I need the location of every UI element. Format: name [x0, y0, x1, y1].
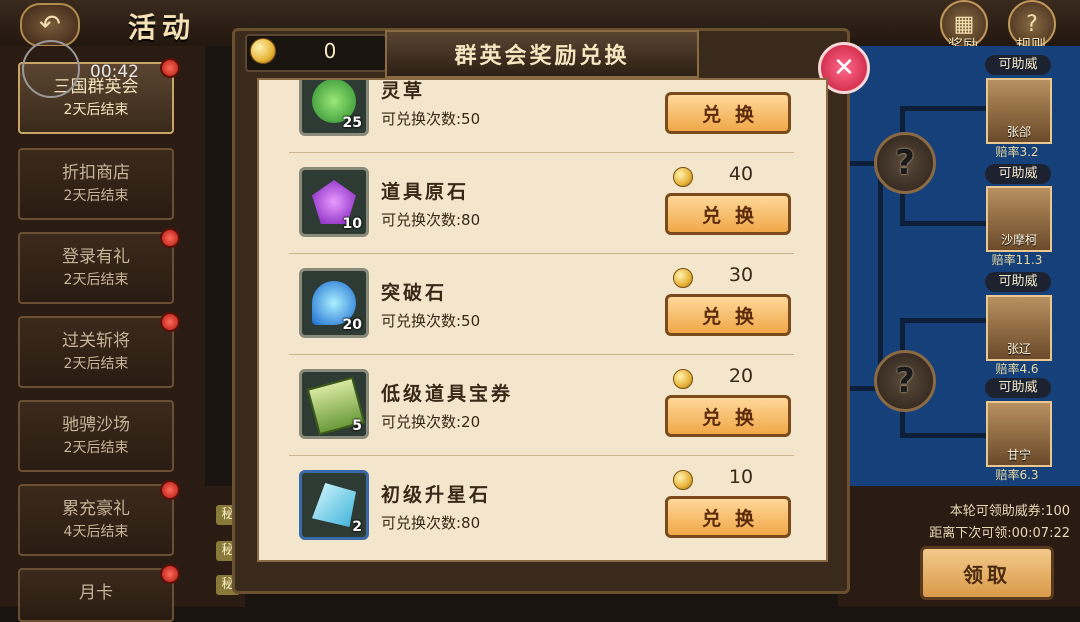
modal-title: 群英会奖励兑换: [385, 30, 699, 78]
item-count: 25: [342, 115, 362, 131]
item-price: 30: [728, 264, 754, 286]
hero-odds: 赔率11.3: [991, 253, 1043, 267]
item-icon: 25: [299, 80, 369, 136]
item-icon: 5: [299, 369, 369, 439]
item-icon: 10: [299, 167, 369, 237]
sidebar-item-sub: 2天后结束: [63, 356, 129, 372]
cheer-tag[interactable]: 可助威: [985, 272, 1051, 292]
item-name: 突破石: [381, 282, 448, 304]
sidebar-item-discount[interactable]: 折扣商店 2天后结束: [18, 148, 174, 220]
sidebar-item-sub: 2天后结束: [63, 188, 129, 204]
item-count: 2: [352, 519, 362, 535]
item-icon: 20: [299, 268, 369, 338]
coin-balance: 0: [323, 39, 337, 63]
hero-odds: 赔率4.6: [995, 362, 1039, 376]
item-count: 20: [342, 317, 362, 333]
exchange-button[interactable]: 兑换: [665, 92, 791, 134]
question-icon: ?: [1026, 11, 1038, 37]
coin-icon: [673, 369, 693, 389]
sidebar-item-label: 驰骋沙场: [62, 415, 130, 435]
sidebar-item-guoguan[interactable]: 过关斩将 2天后结束: [18, 312, 180, 388]
notification-dot-icon: [160, 480, 180, 500]
hero-name: 沙摩柯: [1000, 233, 1037, 247]
cheer-tag[interactable]: 可助威: [985, 164, 1051, 184]
item-price: 10: [728, 466, 754, 488]
list-item: 20 突破石 可兑换次数:50 30 兑换: [259, 254, 826, 355]
sidebar-item-label: 折扣商店: [62, 163, 130, 183]
sidebar-item-sub: 2天后结束: [63, 440, 129, 456]
item-name: 初级升星石: [381, 484, 492, 506]
list-item: 10 道具原石 可兑换次数:80 40 兑换: [259, 153, 826, 254]
hero-portrait[interactable]: 张辽: [986, 295, 1052, 361]
item-count: 10: [342, 216, 362, 232]
cheer-tag[interactable]: 可助威: [985, 55, 1051, 75]
hero-portrait[interactable]: 甘宁: [986, 401, 1052, 467]
sidebar-item-leichong[interactable]: 累充豪礼 4天后结束: [18, 480, 180, 556]
exchange-button[interactable]: 兑换: [665, 294, 791, 336]
item-name: 道具原石: [381, 181, 470, 203]
coin-icon: [673, 167, 693, 187]
hero-name: 张辽: [1006, 342, 1031, 356]
sidebar-item-login[interactable]: 登录有礼 2天后结束: [18, 228, 180, 304]
exchange-button[interactable]: 兑换: [665, 193, 791, 235]
next-claim-text: 距离下次可领:00:07:22: [929, 526, 1070, 541]
claim-button[interactable]: 领取: [920, 546, 1054, 600]
item-limit: 可兑换次数:50: [381, 110, 481, 128]
item-limit: 可兑换次数:50: [381, 312, 481, 330]
item-limit: 可兑换次数:80: [381, 514, 481, 532]
cheer-tag[interactable]: 可助威: [985, 378, 1051, 398]
sidebar-item-label: 月卡: [79, 583, 113, 603]
gift-icon: ▦: [953, 11, 975, 37]
item-price: 40: [728, 163, 754, 185]
exchange-list[interactable]: 25 灵草 可兑换次数:50 兑换 10 道具原石 可兑换次数:80 40 兑换…: [257, 78, 828, 562]
clock-text: 00:42: [90, 62, 139, 82]
exchange-button[interactable]: 兑换: [665, 395, 791, 437]
unknown-match-icon: ?: [874, 132, 936, 194]
hero-name: 甘宁: [1006, 448, 1031, 462]
notification-dot-icon: [160, 312, 180, 332]
item-limit: 可兑换次数:80: [381, 211, 481, 229]
back-arrow-icon: ↶: [39, 10, 61, 40]
coin-icon: [250, 38, 276, 64]
unknown-match-icon: ?: [874, 350, 936, 412]
sidebar-item-sub: 2天后结束: [63, 102, 129, 118]
page-title: 活动: [128, 11, 197, 44]
hero-odds: 赔率3.2: [995, 145, 1039, 159]
item-name: 灵草: [381, 80, 426, 102]
item-limit: 可兑换次数:20: [381, 413, 481, 431]
hero-name: 张郃: [1006, 125, 1031, 139]
sidebar-item-sub: 2天后结束: [63, 272, 129, 288]
notification-dot-icon: [160, 58, 180, 78]
sidebar-item-chicheng[interactable]: 驰骋沙场 2天后结束: [18, 400, 174, 472]
notification-dot-icon: [160, 564, 180, 584]
exchange-button[interactable]: 兑换: [665, 496, 791, 538]
item-icon: 2: [299, 470, 369, 540]
hero-portrait[interactable]: 沙摩柯: [986, 186, 1052, 252]
sidebar-item-monthcard[interactable]: 月卡: [18, 564, 180, 622]
list-item: 25 灵草 可兑换次数:50 兑换: [259, 80, 826, 153]
hero-portrait[interactable]: 张郃: [986, 78, 1052, 144]
cheer-ticket-text: 本轮可领助威券:100: [949, 504, 1070, 519]
item-count: 5: [352, 418, 362, 434]
item-price: 20: [728, 365, 754, 387]
star-stone-icon: [312, 483, 356, 527]
coin-icon: [673, 470, 693, 490]
notification-dot-icon: [160, 228, 180, 248]
clock-icon: [22, 40, 80, 98]
sidebar-item-label: 过关斩将: [62, 331, 130, 351]
sidebar-item-label: 登录有礼: [62, 247, 130, 267]
sidebar-item-label: 累充豪礼: [62, 499, 130, 519]
sidebar-item-sub: 4天后结束: [63, 524, 129, 540]
item-name: 低级道具宝券: [381, 383, 514, 405]
coin-icon: [673, 268, 693, 288]
list-item: 2 初级升星石 可兑换次数:80 10 兑换: [259, 456, 826, 557]
list-item: 5 低级道具宝券 可兑换次数:20 20 兑换: [259, 355, 826, 456]
hero-odds: 赔率6.3: [995, 468, 1039, 482]
